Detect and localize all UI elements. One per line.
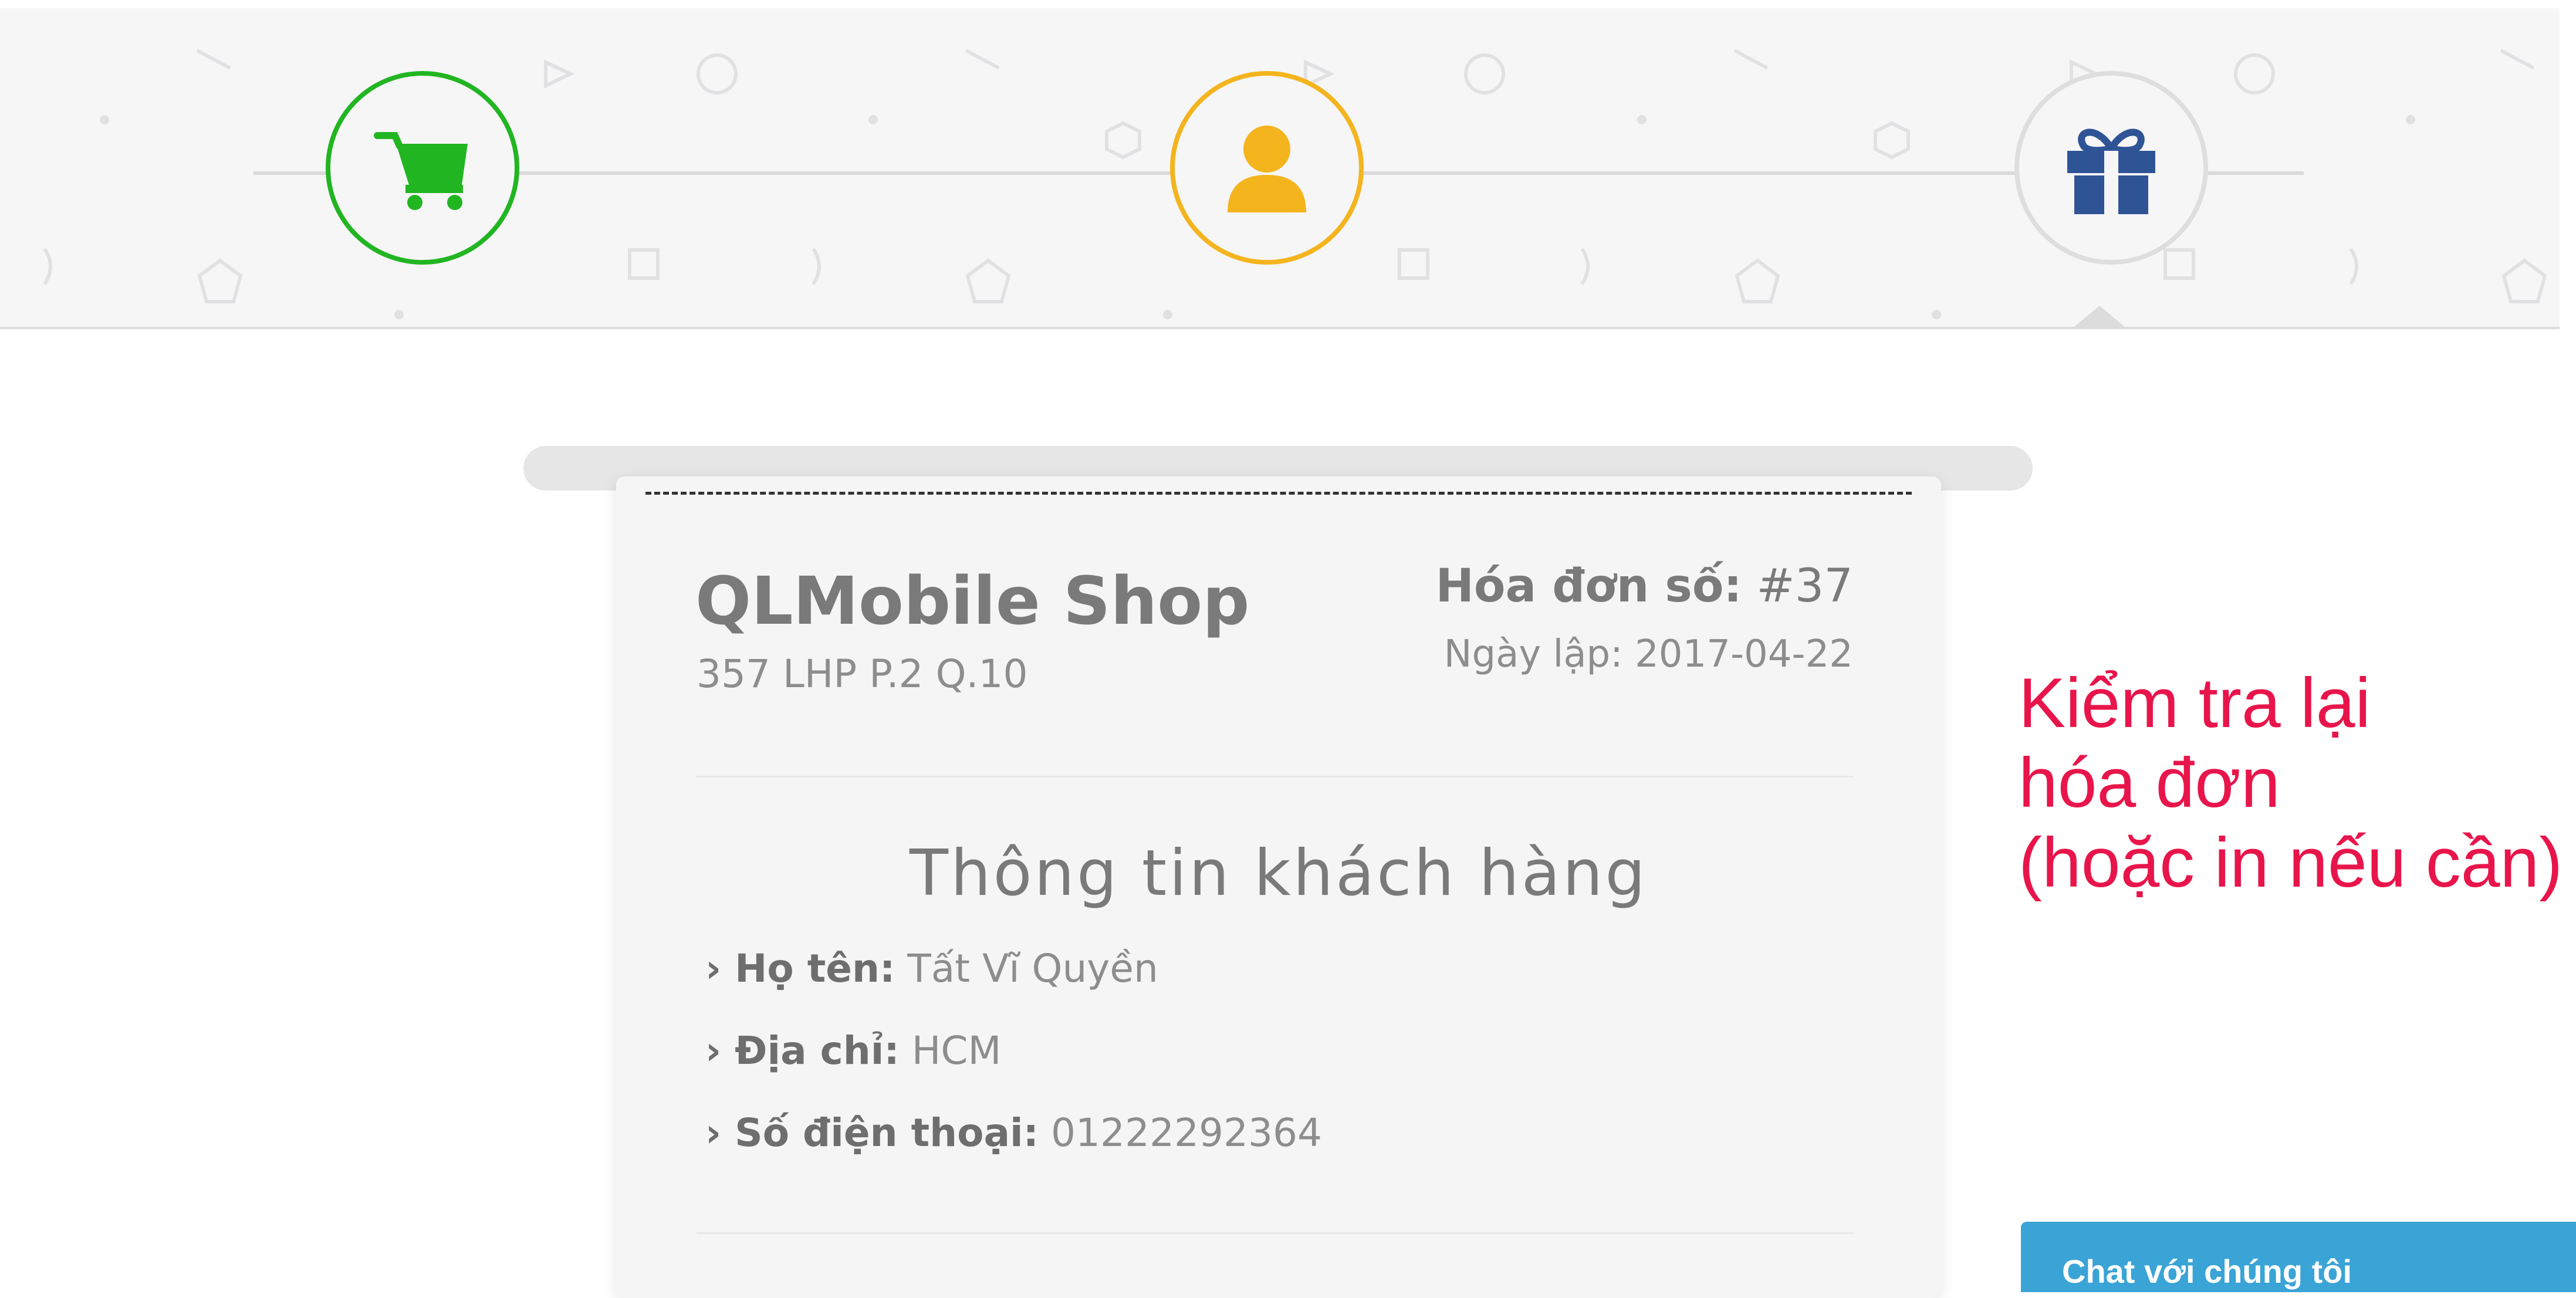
customer-info-title: Thông tin khách hàng: [910, 837, 1648, 910]
step-invoice[interactable]: [2014, 71, 2208, 265]
step-cart[interactable]: [326, 71, 519, 265]
perforation-line: [645, 492, 1912, 495]
active-step-pointer: [2071, 306, 2128, 327]
invoice-date-label: Ngày lập:: [1443, 633, 1623, 676]
chat-label: Chat với chúng tôi: [2062, 1253, 2352, 1290]
invoice-number-label: Hóa đơn số:: [1435, 560, 1742, 613]
shop-name: QLMobile Shop: [695, 563, 1250, 640]
customer-phone-row: › Số điện thoại: 01222292364: [705, 1110, 1322, 1155]
chat-widget-button[interactable]: Chat với chúng tôi: [2021, 1222, 2576, 1292]
annotation-line: (hoặc in nếu cần): [2019, 823, 2563, 902]
customer-phone-value: 01222292364: [1051, 1110, 1322, 1155]
customer-address-label: › Địa chỉ:: [705, 1028, 900, 1073]
customer-name-label: › Họ tên:: [705, 946, 895, 991]
shop-address: 357 LHP P.2 Q.10: [697, 651, 1028, 697]
instruction-annotation: Kiểm tra lại hóa đơn (hoặc in nếu cần): [2019, 663, 2563, 902]
checkout-stepper: [0, 8, 2560, 329]
annotation-line: Kiểm tra lại: [2019, 664, 2371, 742]
shopping-cart-icon: [374, 132, 468, 210]
user-icon: [1228, 126, 1306, 212]
annotation-line: hóa đơn: [2019, 743, 2280, 822]
step-customer[interactable]: [1170, 71, 1364, 265]
invoice-number-value: #37: [1756, 560, 1853, 613]
invoice-date: Ngày lập: 2017-04-22: [1444, 633, 1853, 676]
gift-icon: [2067, 129, 2155, 214]
divider: [697, 776, 1853, 778]
invoice-receipt: QLMobile Shop 357 LHP P.2 Q.10 Hóa đơn s…: [616, 476, 1941, 1298]
divider: [697, 1232, 1853, 1234]
customer-address-row: › Địa chỉ: HCM: [705, 1028, 1001, 1073]
invoice-date-value: 2017-04-22: [1635, 633, 1853, 676]
customer-address-value: HCM: [911, 1028, 1002, 1073]
invoice-number: Hóa đơn số: #37: [1436, 560, 1853, 613]
customer-name-row: › Họ tên: Tất Vĩ Quyền: [705, 946, 1158, 991]
customer-name-value: Tất Vĩ Quyền: [907, 946, 1158, 991]
customer-phone-label: › Số điện thoại:: [705, 1110, 1039, 1155]
